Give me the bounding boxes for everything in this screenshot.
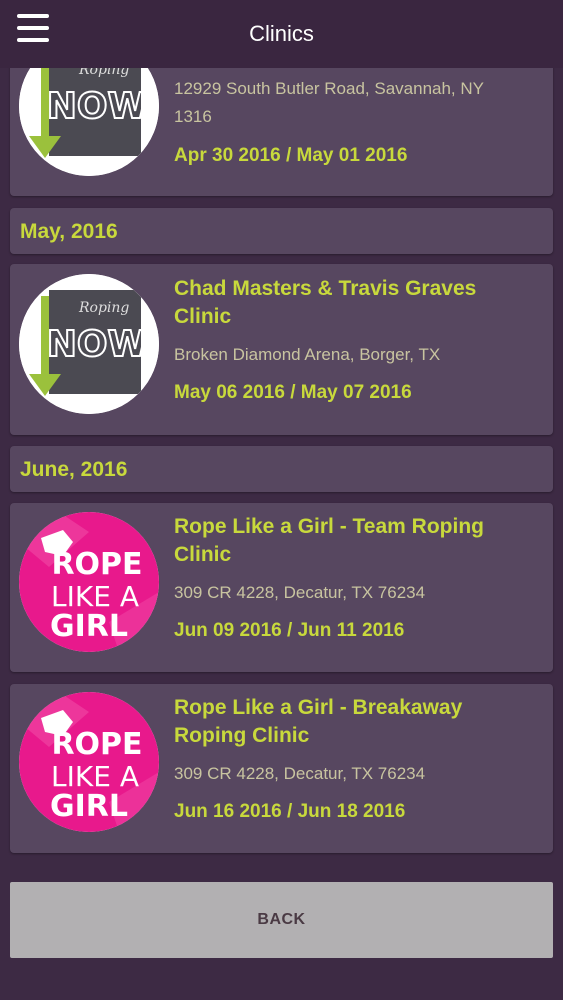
month-header-june: June, 2016	[10, 446, 553, 492]
clinic-dates: Apr 30 2016 / May 01 2016	[174, 145, 408, 166]
clinic-address: 309 CR 4228, Decatur, TX 76234	[174, 764, 426, 783]
month-label: June, 2016	[20, 458, 128, 481]
clinic-card[interactable]: ROPE LIKE A GIRL Rope Like a Girl - Brea…	[10, 684, 553, 853]
title-line-1: Rope Like a Girl - Team Roping	[174, 515, 484, 538]
logo-script-text: Roping	[78, 300, 129, 316]
logo-line-1: ROPE	[51, 727, 142, 762]
logo-line-3: GIRL	[50, 609, 128, 644]
title-line-2: Roping Clinic	[174, 724, 310, 747]
clinic-address: Broken Diamond Arena, Borger, TX	[174, 345, 441, 364]
title-line-2: Clinic	[174, 543, 232, 566]
address-line-2: 1316	[174, 107, 212, 126]
clinic-dates: Jun 09 2016 / Jun 11 2016	[174, 620, 405, 641]
clinic-title: Rope Like a Girl - Team Roping Clinic	[174, 513, 534, 569]
back-button[interactable]: BACK	[10, 882, 553, 958]
title-line-2: Clinic	[174, 305, 232, 328]
title-line-1: Chad Masters & Travis Graves	[174, 277, 477, 300]
month-header-may: May, 2016	[10, 208, 553, 254]
clinics-screen: Roping NOW 12929 South Butler Road, Sava…	[0, 0, 563, 1000]
month-label: May, 2016	[20, 220, 118, 243]
logo-word-text: NOW	[47, 324, 147, 365]
address-line-1: 12929 South Butler Road, Savannah, NY	[174, 79, 484, 98]
clinic-dates: Jun 16 2016 / Jun 18 2016	[174, 801, 406, 822]
title-line-1: Rope Like a Girl - Breakaway	[174, 696, 463, 719]
clinic-card[interactable]: Roping NOW Chad Masters & Travis Graves …	[10, 264, 553, 435]
page-title: Clinics	[249, 21, 314, 46]
logo-line-1: ROPE	[51, 547, 142, 582]
back-button-label: BACK	[257, 911, 306, 928]
logo-word-text: NOW	[47, 86, 147, 127]
roping-now-logo: Roping NOW	[19, 274, 159, 414]
clinic-title: Chad Masters & Travis Graves Clinic	[174, 275, 534, 331]
app-header: Clinics	[0, 0, 563, 68]
logo-line-3: GIRL	[50, 789, 128, 824]
rope-like-a-girl-logo: ROPE LIKE A GIRL	[19, 512, 159, 652]
clinic-address: 309 CR 4228, Decatur, TX 76234	[174, 583, 426, 602]
clinic-card[interactable]: ROPE LIKE A GIRL Rope Like a Girl - Team…	[10, 503, 553, 672]
rope-like-a-girl-logo: ROPE LIKE A GIRL	[19, 692, 159, 832]
clinic-dates: May 06 2016 / May 07 2016	[174, 382, 412, 403]
clinic-address: 12929 South Butler Road, Savannah, NY 13…	[174, 75, 534, 131]
clinic-title: Rope Like a Girl - Breakaway Roping Clin…	[174, 694, 534, 750]
